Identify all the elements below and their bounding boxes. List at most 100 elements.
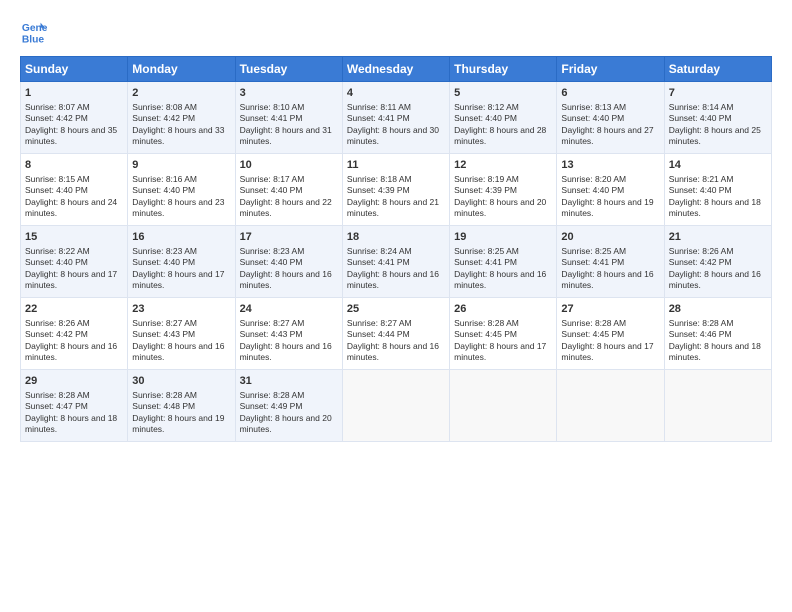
sunrise: Sunrise: 8:25 AM xyxy=(561,246,626,256)
calendar-cell: 24Sunrise: 8:27 AMSunset: 4:43 PMDayligh… xyxy=(235,298,342,370)
sunset: Sunset: 4:40 PM xyxy=(454,113,517,123)
sunset: Sunset: 4:40 PM xyxy=(669,185,732,195)
calendar-cell: 14Sunrise: 8:21 AMSunset: 4:40 PMDayligh… xyxy=(664,154,771,226)
sunrise: Sunrise: 8:13 AM xyxy=(561,102,626,112)
daylight: Daylight: 8 hours and 17 minutes. xyxy=(25,269,117,290)
daylight: Daylight: 8 hours and 16 minutes. xyxy=(240,269,332,290)
daylight: Daylight: 8 hours and 17 minutes. xyxy=(561,341,653,362)
sunrise: Sunrise: 8:27 AM xyxy=(347,318,412,328)
day-number: 15 xyxy=(25,230,123,245)
sunrise: Sunrise: 8:19 AM xyxy=(454,174,519,184)
daylight: Daylight: 8 hours and 30 minutes. xyxy=(347,125,439,146)
sunrise: Sunrise: 8:15 AM xyxy=(25,174,90,184)
day-number: 25 xyxy=(347,302,445,317)
sunset: Sunset: 4:40 PM xyxy=(25,257,88,267)
sunset: Sunset: 4:41 PM xyxy=(454,257,517,267)
daylight: Daylight: 8 hours and 23 minutes. xyxy=(132,197,224,218)
sunset: Sunset: 4:42 PM xyxy=(669,257,732,267)
sunset: Sunset: 4:39 PM xyxy=(347,185,410,195)
sunset: Sunset: 4:42 PM xyxy=(132,113,195,123)
sunset: Sunset: 4:47 PM xyxy=(25,401,88,411)
day-number: 31 xyxy=(240,374,338,389)
day-number: 29 xyxy=(25,374,123,389)
day-number: 27 xyxy=(561,302,659,317)
svg-text:Blue: Blue xyxy=(22,34,45,45)
sunset: Sunset: 4:44 PM xyxy=(347,329,410,339)
calendar-cell: 12Sunrise: 8:19 AMSunset: 4:39 PMDayligh… xyxy=(450,154,557,226)
calendar-cell: 4Sunrise: 8:11 AMSunset: 4:41 PMDaylight… xyxy=(342,82,449,154)
calendar-cell xyxy=(342,370,449,442)
day-number: 30 xyxy=(132,374,230,389)
week-row-5: 29 Sunrise: 8:28 AM Sunset: 4:47 PM Dayligh… xyxy=(21,370,772,442)
calendar-cell: 19Sunrise: 8:25 AMSunset: 4:41 PMDayligh… xyxy=(450,226,557,298)
sunrise: Sunrise: 8:10 AM xyxy=(240,102,305,112)
day-number: 3 xyxy=(240,86,338,101)
day-number: 9 xyxy=(132,158,230,173)
calendar-cell: 27Sunrise: 8:28 AMSunset: 4:45 PMDayligh… xyxy=(557,298,664,370)
logo-icon: General Blue xyxy=(20,18,48,46)
calendar-cell: 17Sunrise: 8:23 AMSunset: 4:40 PM Dayligh… xyxy=(235,226,342,298)
week-row-3: 15Sunrise: 8:22 AMSunset: 4:40 PMDayligh… xyxy=(21,226,772,298)
sunset: Sunset: 4:40 PM xyxy=(669,113,732,123)
page: General Blue SundayMondayTuesdayWednesda… xyxy=(0,0,792,612)
sunrise: Sunrise: 8:14 AM xyxy=(669,102,734,112)
day-number: 28 xyxy=(669,302,767,317)
calendar-cell: 25Sunrise: 8:27 AMSunset: 4:44 PMDayligh… xyxy=(342,298,449,370)
day-number: 20 xyxy=(561,230,659,245)
sunrise: Sunrise: 8:28 AM xyxy=(454,318,519,328)
day-header-monday: Monday xyxy=(128,57,235,82)
sunrise: Sunrise: 8:18 AM xyxy=(347,174,412,184)
daylight: Daylight: 8 hours and 33 minutes. xyxy=(132,125,224,146)
sunset: Sunset: 4:43 PM xyxy=(240,329,303,339)
sunrise: Sunrise: 8:17 AM xyxy=(240,174,305,184)
calendar-cell: 2Sunrise: 8:08 AMSunset: 4:42 PMDaylight… xyxy=(128,82,235,154)
calendar-cell: 29Sunrise: 8:28 AMSunset: 4:47 PMDayligh… xyxy=(21,370,128,442)
sunrise: Sunrise: 8:26 AM xyxy=(25,318,90,328)
sunrise: Sunrise: 8:21 AM xyxy=(669,174,734,184)
day-header-friday: Friday xyxy=(557,57,664,82)
calendar-table: SundayMondayTuesdayWednesdayThursdayFrid… xyxy=(20,56,772,442)
day-number: 23 xyxy=(132,302,230,317)
daylight: Daylight: 8 hours and 19 minutes. xyxy=(132,413,224,434)
daylight: Daylight: 8 hours and 16 minutes. xyxy=(132,341,224,362)
calendar-cell: 6Sunrise: 8:13 AMSunset: 4:40 PMDaylight… xyxy=(557,82,664,154)
day-number: 17 xyxy=(240,230,338,245)
daylight: Daylight: 8 hours and 16 minutes. xyxy=(561,269,653,290)
sunset: Sunset: 4:40 PM xyxy=(132,185,195,195)
daylight: Daylight: 8 hours and 24 minutes. xyxy=(25,197,117,218)
day-number: 12 xyxy=(454,158,552,173)
daylight: Daylight: 8 hours and 16 minutes. xyxy=(454,269,546,290)
header-row: SundayMondayTuesdayWednesdayThursdayFrid… xyxy=(21,57,772,82)
sunrise: Sunrise: 8:28 AM xyxy=(240,390,305,400)
sunset: Sunset: 4:43 PM xyxy=(132,329,195,339)
daylight: Daylight: 8 hours and 28 minutes. xyxy=(454,125,546,146)
sunset: Sunset: 4:48 PM xyxy=(132,401,195,411)
calendar-cell: 15Sunrise: 8:22 AMSunset: 4:40 PM Dayligh… xyxy=(21,226,128,298)
daylight: Daylight: 8 hours and 35 minutes. xyxy=(25,125,117,146)
sunrise: Sunrise: 8:07 AM xyxy=(25,102,90,112)
sunrise: Sunrise: 8:16 AM xyxy=(132,174,197,184)
calendar-cell: 21Sunrise: 8:26 AMSunset: 4:42 PMDayligh… xyxy=(664,226,771,298)
calendar-cell xyxy=(664,370,771,442)
day-header-saturday: Saturday xyxy=(664,57,771,82)
day-header-thursday: Thursday xyxy=(450,57,557,82)
week-row-1: 1Sunrise: 8:07 AMSunset: 4:42 PMDaylight… xyxy=(21,82,772,154)
day-number: 10 xyxy=(240,158,338,173)
sunset: Sunset: 4:40 PM xyxy=(240,257,303,267)
calendar-cell: 7Sunrise: 8:14 AMSunset: 4:40 PMDaylight… xyxy=(664,82,771,154)
daylight: Daylight: 8 hours and 16 minutes. xyxy=(669,269,761,290)
sunrise: Sunrise: 8:23 AM xyxy=(240,246,305,256)
day-number: 11 xyxy=(347,158,445,173)
day-number: 6 xyxy=(561,86,659,101)
sunrise: Sunrise: 8:27 AM xyxy=(132,318,197,328)
sunrise: Sunrise: 8:22 AM xyxy=(25,246,90,256)
day-number: 13 xyxy=(561,158,659,173)
calendar-cell: 8Sunrise: 8:15 AMSunset: 4:40 PMDaylight… xyxy=(21,154,128,226)
sunset: Sunset: 4:41 PM xyxy=(561,257,624,267)
day-header-sunday: Sunday xyxy=(21,57,128,82)
daylight: Daylight: 8 hours and 25 minutes. xyxy=(669,125,761,146)
sunset: Sunset: 4:40 PM xyxy=(561,113,624,123)
sunset: Sunset: 4:40 PM xyxy=(132,257,195,267)
svg-text:General: General xyxy=(22,23,48,34)
day-number: 21 xyxy=(669,230,767,245)
